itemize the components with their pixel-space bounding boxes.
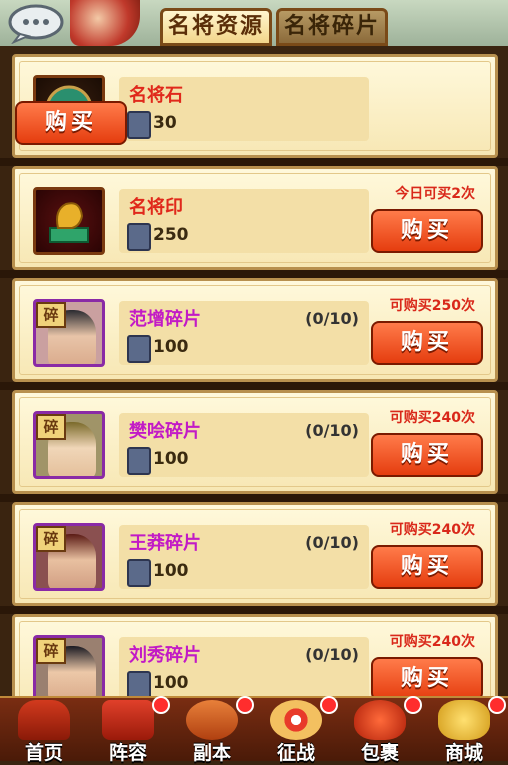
nav-label: 征战 (276, 742, 315, 764)
tab-hero-resources[interactable]: 名将资源 (160, 8, 272, 46)
sword-icon (186, 700, 238, 740)
item-name: 王莽碎片 (129, 533, 201, 554)
character-avatar (70, 0, 140, 46)
nav-shop[interactable]: 商城 (424, 696, 506, 764)
fragment-badge: 碎 (36, 302, 66, 328)
notification-dot (404, 696, 422, 714)
hero-portrait-icon: 碎 (33, 523, 105, 591)
target-icon (270, 700, 322, 740)
notification-dot (152, 696, 170, 714)
item-price: 100 (153, 337, 189, 357)
fragment-count: (0/10) (305, 421, 359, 440)
item-info: 名将印 250 (119, 189, 369, 253)
gem-icon (127, 559, 151, 587)
fragment-badge: 碎 (36, 638, 66, 664)
banner-icon (102, 700, 154, 740)
nav-label: 阵容 (108, 742, 147, 764)
notification-dot (236, 696, 254, 714)
list-item: 碎 王莽碎片 (0/10) 100 可购买240次 购买 (12, 502, 498, 606)
item-info: 樊哙碎片 (0/10) 100 (119, 413, 369, 477)
shop-list[interactable]: 名将石 30 购买 名将印 250 今日可买2次 购买 碎 范增碎片 (0/10… (0, 46, 508, 718)
nav-dungeon[interactable]: 副本 (172, 696, 254, 764)
purchase-limit: 可购买250次 (389, 298, 475, 314)
purchase-limit: 可购买240次 (389, 522, 475, 538)
hero-portrait-icon: 碎 (33, 635, 105, 703)
fragment-count: (0/10) (305, 309, 359, 328)
purchase-limit: 今日可买2次 (395, 186, 475, 202)
fragment-count: (0/10) (305, 645, 359, 664)
item-price: 100 (153, 561, 189, 581)
hero-portrait-icon: 碎 (33, 299, 105, 367)
item-name: 范增碎片 (129, 309, 201, 330)
buy-button[interactable]: 购买 (15, 101, 127, 145)
buy-button[interactable]: 购买 (371, 209, 483, 253)
hero-portrait-icon: 碎 (33, 411, 105, 479)
list-item: 碎 范增碎片 (0/10) 100 可购买250次 购买 (12, 278, 498, 382)
item-name: 刘秀碎片 (129, 645, 201, 666)
gem-icon (127, 447, 151, 475)
buy-button[interactable]: 购买 (371, 321, 483, 365)
item-name: 樊哙碎片 (129, 421, 201, 442)
item-price: 30 (153, 113, 177, 133)
chat-icon[interactable] (6, 2, 70, 44)
purchase-limit: 可购买240次 (389, 410, 475, 426)
purchase-limit: 可购买240次 (389, 634, 475, 650)
bottom-nav: 首页 阵容 副本 征战 包裹 商城 (0, 696, 508, 764)
item-info: 名将石 30 (119, 77, 369, 141)
nav-label: 首页 (24, 742, 63, 764)
nav-home[interactable]: 首页 (4, 698, 84, 764)
item-price: 250 (153, 225, 189, 245)
gem-icon (127, 335, 151, 363)
nav-label: 副本 (192, 742, 231, 764)
gem-icon (127, 671, 151, 699)
gem-icon (127, 223, 151, 251)
fragment-badge: 碎 (36, 526, 66, 552)
golden-seal-icon (33, 187, 105, 255)
item-name: 名将石 (129, 85, 183, 106)
item-info: 范增碎片 (0/10) 100 (119, 301, 369, 365)
list-item: 名将石 30 购买 (12, 54, 498, 158)
top-bar: 名将资源 名将碎片 (0, 0, 508, 48)
nav-lineup[interactable]: 阵容 (88, 696, 170, 764)
nav-label: 商城 (444, 742, 483, 764)
fragment-count: (0/10) (305, 533, 359, 552)
home-icon (18, 700, 70, 740)
notification-dot (488, 696, 506, 714)
bag-icon (354, 700, 406, 740)
item-name: 名将印 (129, 197, 183, 218)
shop-icon (438, 700, 490, 740)
nav-bag[interactable]: 包裹 (340, 696, 422, 764)
notification-dot (320, 696, 338, 714)
item-info: 王莽碎片 (0/10) 100 (119, 525, 369, 589)
buy-button[interactable]: 购买 (371, 545, 483, 589)
item-price: 100 (153, 673, 189, 693)
item-price: 100 (153, 449, 189, 469)
item-info: 刘秀碎片 (0/10) 100 (119, 637, 369, 701)
fragment-badge: 碎 (36, 414, 66, 440)
list-item: 名将印 250 今日可买2次 购买 (12, 166, 498, 270)
list-item: 碎 樊哙碎片 (0/10) 100 可购买240次 购买 (12, 390, 498, 494)
nav-campaign[interactable]: 征战 (256, 696, 338, 764)
buy-button[interactable]: 购买 (371, 657, 483, 701)
nav-label: 包裹 (360, 742, 399, 764)
buy-button[interactable]: 购买 (371, 433, 483, 477)
tab-hero-fragments[interactable]: 名将碎片 (276, 8, 388, 46)
gem-icon (127, 111, 151, 139)
